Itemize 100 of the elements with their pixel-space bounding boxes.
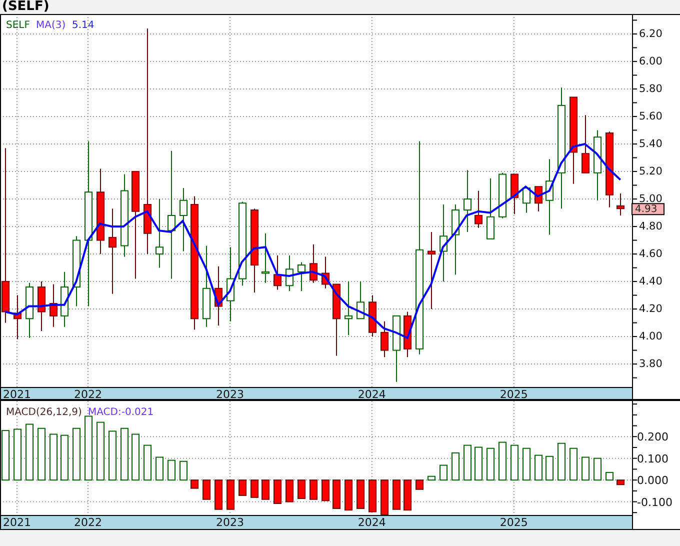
histogram-bar [214,480,222,510]
histogram-bar [546,456,554,481]
year-label: 2022 [74,388,102,401]
candle [214,266,222,326]
histogram-bar [274,480,282,504]
year-label: 2021 [3,388,32,401]
candle [26,282,34,338]
histogram-bar [606,472,614,481]
histogram-bar [486,448,494,481]
candle [60,271,68,328]
last-price-tag: 4.93 [632,203,664,216]
histogram-bar [452,452,460,481]
year-label: 2022 [74,516,102,529]
candle [14,294,22,340]
price-axis-label: 4.00 [639,330,662,343]
price-axis-label: 5.80 [639,82,662,95]
macd-axis-label: 0.200 [637,430,668,444]
candle [486,178,494,240]
candle [50,284,58,328]
histogram-bar [168,460,176,481]
histogram-bar [440,464,448,481]
price-axis-label: 3.80 [639,358,662,370]
histogram-bar [616,480,624,486]
price-axis-label: 4.80 [639,220,662,232]
histogram-bar [180,460,188,481]
histogram-bar [392,480,400,510]
price-axis-label: 5.00 [639,192,662,205]
candle [452,204,460,276]
histogram-bar [262,480,270,500]
year-label: 2025 [500,388,528,401]
candle [356,281,364,320]
histogram-bar [464,444,472,481]
legend-indicator: MA(3) [36,20,66,31]
candle [380,320,388,358]
histogram-bar [108,430,116,481]
candle [464,170,472,232]
macd-axis-label: 0.000 [637,474,668,488]
histogram-bar [286,480,294,502]
year-label: 2023 [216,516,244,529]
histogram-bar [14,428,22,481]
histogram-bar [332,480,340,509]
histogram-bar [344,480,352,510]
price-axis-label: 4.20 [639,303,662,316]
candle [498,172,506,219]
histogram-bar [38,428,46,481]
histogram-bar [474,446,482,481]
candle [38,281,46,332]
histogram-bar [322,480,330,502]
year-label: 2023 [216,388,244,401]
histogram-bar [190,480,198,489]
price-axis-label: 6.20 [639,28,662,40]
candle [510,174,518,215]
candle [522,186,530,214]
histogram-bar [250,480,258,498]
histogram-bar [310,480,318,500]
histogram-bar [594,458,602,481]
candle [616,192,624,216]
histogram-bar [156,456,164,481]
year-label: 2025 [500,516,528,529]
price-axis-label: 6.00 [639,55,662,68]
histogram-bar [84,416,92,481]
candle [392,315,400,382]
price-axis-label: 5.60 [639,110,662,122]
macd-axis-label: -0.100 [637,496,672,509]
price-axis-label: 5.40 [639,138,662,150]
histogram-bar [238,480,246,496]
year-label: 2024 [358,516,386,529]
candle [262,232,270,284]
price-axis-label: 4.40 [639,276,662,288]
candle [594,130,602,201]
histogram-bar [498,442,506,481]
histogram-bar [368,480,376,512]
histogram-bar [26,424,34,481]
legend-value: MACD:-0.021 [88,407,154,418]
histogram-bar [522,448,530,481]
histogram-bar [534,454,542,481]
candle [322,256,330,289]
candle [180,187,188,252]
legend-symbol: SELF [6,20,30,31]
candle [274,254,282,290]
candle [534,186,542,212]
histogram-bar [380,480,388,516]
histogram-bar [582,456,590,481]
histogram-bar [404,480,412,510]
histogram-bar [120,428,128,481]
candle [582,114,590,174]
candle [156,198,164,268]
chart-title: (SELF) [2,0,50,14]
candle [404,311,412,358]
legend-value: 5.14 [72,20,94,31]
year-label: 2021 [3,516,32,529]
year-label: 2024 [358,388,386,401]
histogram-bar [416,480,424,490]
histogram-bar [96,422,104,481]
macd-axis-label: 0.100 [637,452,668,466]
histogram-bar [132,434,140,481]
candle [298,262,306,292]
candle [286,254,294,292]
histogram-bar [558,442,566,481]
histogram-bar [570,448,578,481]
